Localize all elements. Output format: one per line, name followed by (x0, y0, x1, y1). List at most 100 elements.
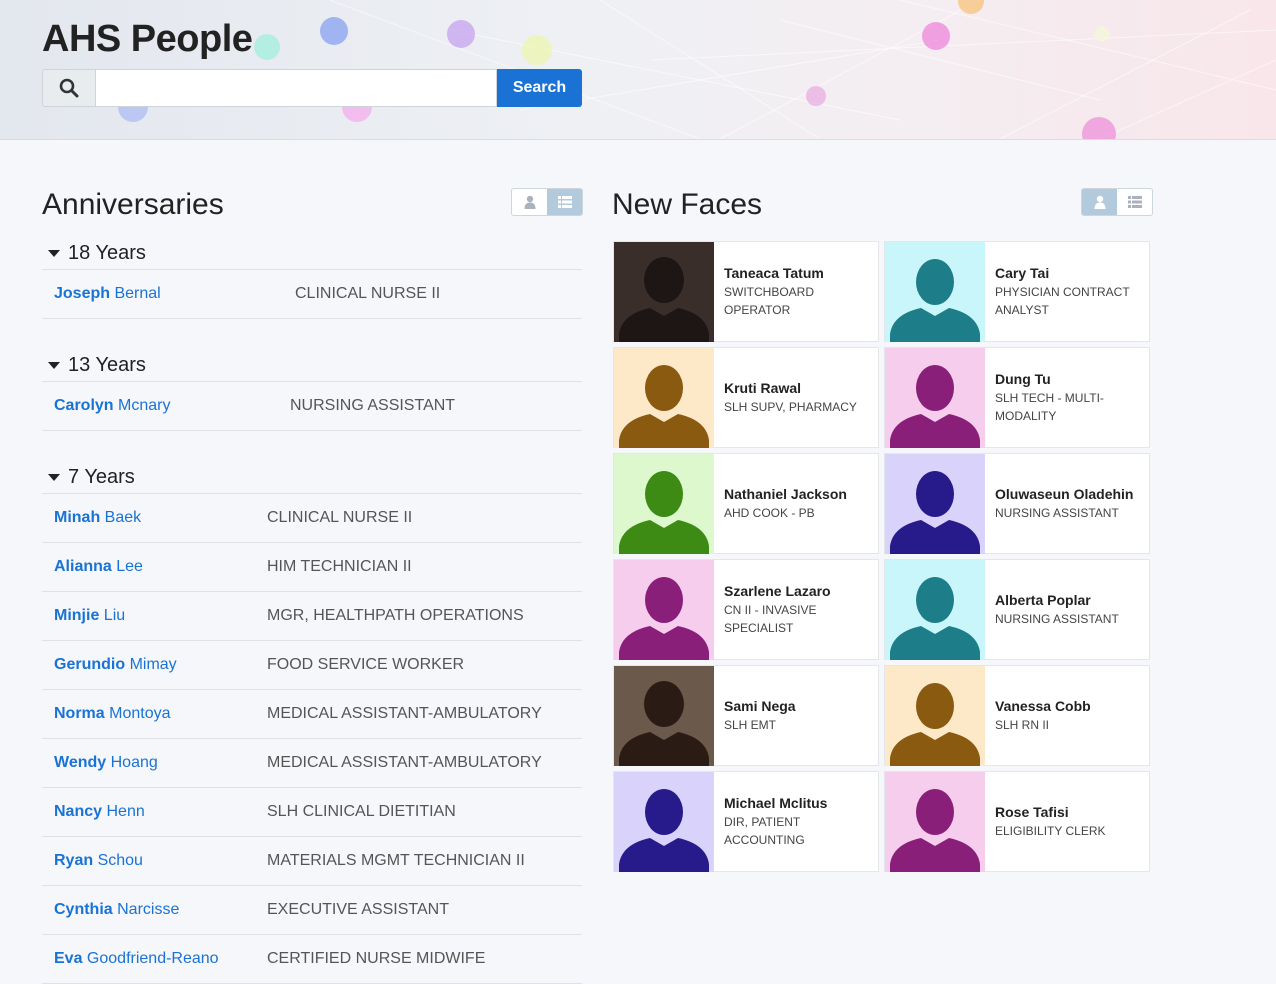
job-title: CN II - INVASIVE SPECIALIST (724, 602, 817, 635)
person-card[interactable]: Rose Tafisi ELIGIBILITY CLERK (884, 771, 1150, 872)
person-name: Alberta Poplar (995, 591, 1091, 608)
group-toggle-13-years[interactable]: 13 Years (42, 349, 582, 382)
person-link[interactable]: Carolyn Mcnary (42, 397, 290, 415)
job-title: PHYSICIAN CONTRACT ANALYST (995, 284, 1130, 317)
search-button[interactable]: Search (497, 69, 582, 107)
first-name: Joseph (54, 285, 111, 302)
person-name: Michael Mclitus (724, 794, 828, 811)
search-input[interactable] (96, 69, 497, 107)
person-name: Taneaca Tatum (724, 264, 824, 281)
group-toggle-7-years[interactable]: 7 Years (42, 461, 582, 494)
first-name: Gerundio (54, 656, 126, 673)
search-icon (42, 69, 96, 107)
person-name: Sami Nega (724, 697, 796, 714)
person-name: Szarlene Lazaro (724, 582, 831, 599)
person-name: Nathaniel Jackson (724, 485, 847, 502)
silhouette-avatar-icon (614, 453, 714, 554)
card-text: Dung Tu SLH TECH - MULTI-MODALITY (985, 371, 1149, 425)
page-title: AHS People (42, 18, 253, 60)
first-name: Wendy (54, 754, 107, 771)
group-label: 7 Years (68, 465, 135, 488)
person-card[interactable]: Michael Mclitus DIR, PATIENT ACCOUNTING (613, 771, 879, 872)
anniversaries-view-toggle (511, 188, 583, 216)
card-text: Rose Tafisi ELIGIBILITY CLERK (985, 804, 1114, 840)
silhouette-avatar-icon (885, 347, 985, 448)
silhouette-avatar-icon (885, 665, 985, 766)
silhouette-avatar-icon (614, 347, 714, 448)
list-item: Alianna Lee HIM TECHNICIAN II (42, 543, 582, 592)
person-card[interactable]: Dung Tu SLH TECH - MULTI-MODALITY (884, 347, 1150, 448)
person-link[interactable]: Minjie Liu (42, 607, 267, 625)
list-item: Carolyn Mcnary NURSING ASSISTANT (42, 382, 582, 431)
person-view-button[interactable] (1082, 189, 1117, 215)
person-name: Oluwaseun Oladehin (995, 485, 1134, 502)
group-toggle-18-years[interactable]: 18 Years (42, 237, 582, 270)
job-title: CLINICAL NURSE II (295, 285, 441, 302)
job-title: SLH SUPV, PHARMACY (724, 399, 857, 414)
person-card[interactable]: Kruti Rawal SLH SUPV, PHARMACY (613, 347, 879, 448)
person-card[interactable]: Alberta Poplar NURSING ASSISTANT (884, 559, 1150, 660)
new-faces-grid: Taneaca Tatum SWITCHBOARD OPERATOR Cary Ta… (613, 241, 1153, 872)
list-item: Minah Baek CLINICAL NURSE II (42, 494, 582, 543)
list-item: Ryan Schou MATERIALS MGMT TECHNICIAN II (42, 837, 582, 886)
person-link[interactable]: Alianna Lee (42, 558, 267, 576)
profile-photo (614, 665, 714, 766)
silhouette-avatar-icon (885, 241, 985, 342)
job-title: MGR, HEALTHPATH OPERATIONS (267, 607, 524, 624)
decor-bubble (522, 35, 552, 65)
job-title: CLINICAL NURSE II (267, 509, 413, 526)
person-card[interactable]: Sami Nega SLH EMT (613, 665, 879, 766)
person-link[interactable]: Minah Baek (42, 509, 267, 527)
last-name: Henn (106, 803, 145, 820)
person-card[interactable]: Nathaniel Jackson AHD COOK - PB (613, 453, 879, 554)
person-link[interactable]: Norma Montoya (42, 705, 267, 723)
first-name: Alianna (54, 558, 112, 575)
last-name: Mcnary (118, 397, 171, 414)
person-card[interactable]: Vanessa Cobb SLH RN II (884, 665, 1150, 766)
person-link[interactable]: Ryan Schou (42, 852, 267, 870)
person-card[interactable]: Cary Tai PHYSICIAN CONTRACT ANALYST (884, 241, 1150, 342)
person-view-button[interactable] (512, 189, 547, 215)
card-text: Kruti Rawal SLH SUPV, PHARMACY (714, 380, 865, 416)
first-name: Norma (54, 705, 105, 722)
list-view-button[interactable] (1117, 189, 1152, 215)
first-name: Minah (54, 509, 101, 526)
job-title: FOOD SERVICE WORKER (267, 656, 465, 673)
job-title: EXECUTIVE ASSISTANT (267, 901, 449, 918)
decor-bubble (447, 20, 475, 48)
person-link[interactable]: Nancy Henn (42, 803, 267, 821)
person-name: Rose Tafisi (995, 803, 1069, 820)
list-icon (1127, 196, 1142, 208)
person-card[interactable]: Szarlene Lazaro CN II - INVASIVE SPECIALI… (613, 559, 879, 660)
caret-down-icon (48, 473, 60, 481)
person-card[interactable]: Oluwaseun Oladehin NURSING ASSISTANT (884, 453, 1150, 554)
list-item: Wendy Hoang MEDICAL ASSISTANT-AMBULATORY (42, 739, 582, 788)
card-text: Alberta Poplar NURSING ASSISTANT (985, 592, 1127, 628)
job-title: CERTIFIED NURSE MIDWIFE (267, 950, 486, 967)
caret-down-icon (48, 249, 60, 257)
first-name: Minjie (54, 607, 100, 624)
person-link[interactable]: Gerundio Mimay (42, 656, 267, 674)
last-name: Montoya (109, 705, 171, 722)
job-title: SLH CLINICAL DIETITIAN (267, 803, 456, 820)
card-text: Szarlene Lazaro CN II - INVASIVE SPECIALI… (714, 583, 878, 637)
caret-down-icon (48, 361, 60, 369)
person-link[interactable]: Wendy Hoang (42, 754, 267, 772)
person-icon (1094, 195, 1105, 209)
card-text: Michael Mclitus DIR, PATIENT ACCOUNTING (714, 795, 878, 849)
person-link[interactable]: Eva Goodfriend-Reano (42, 950, 267, 968)
first-name: Ryan (54, 852, 94, 869)
person-link[interactable]: Joseph Bernal (42, 285, 295, 303)
decor-bubble (320, 17, 348, 45)
silhouette-avatar-icon (614, 771, 714, 872)
anniversaries-list: 18 Years Joseph Bernal CLINICAL NURSE II… (42, 237, 582, 984)
list-icon (557, 196, 572, 208)
silhouette-avatar-icon (614, 559, 714, 660)
person-name: Kruti Rawal (724, 379, 802, 396)
person-card[interactable]: Taneaca Tatum SWITCHBOARD OPERATOR (613, 241, 879, 342)
job-title: NURSING ASSISTANT (995, 505, 1119, 520)
first-name: Carolyn (54, 397, 114, 414)
person-link[interactable]: Cynthia Narcisse (42, 901, 267, 919)
list-item: Minjie Liu MGR, HEALTHPATH OPERATIONS (42, 592, 582, 641)
list-view-button[interactable] (547, 189, 582, 215)
